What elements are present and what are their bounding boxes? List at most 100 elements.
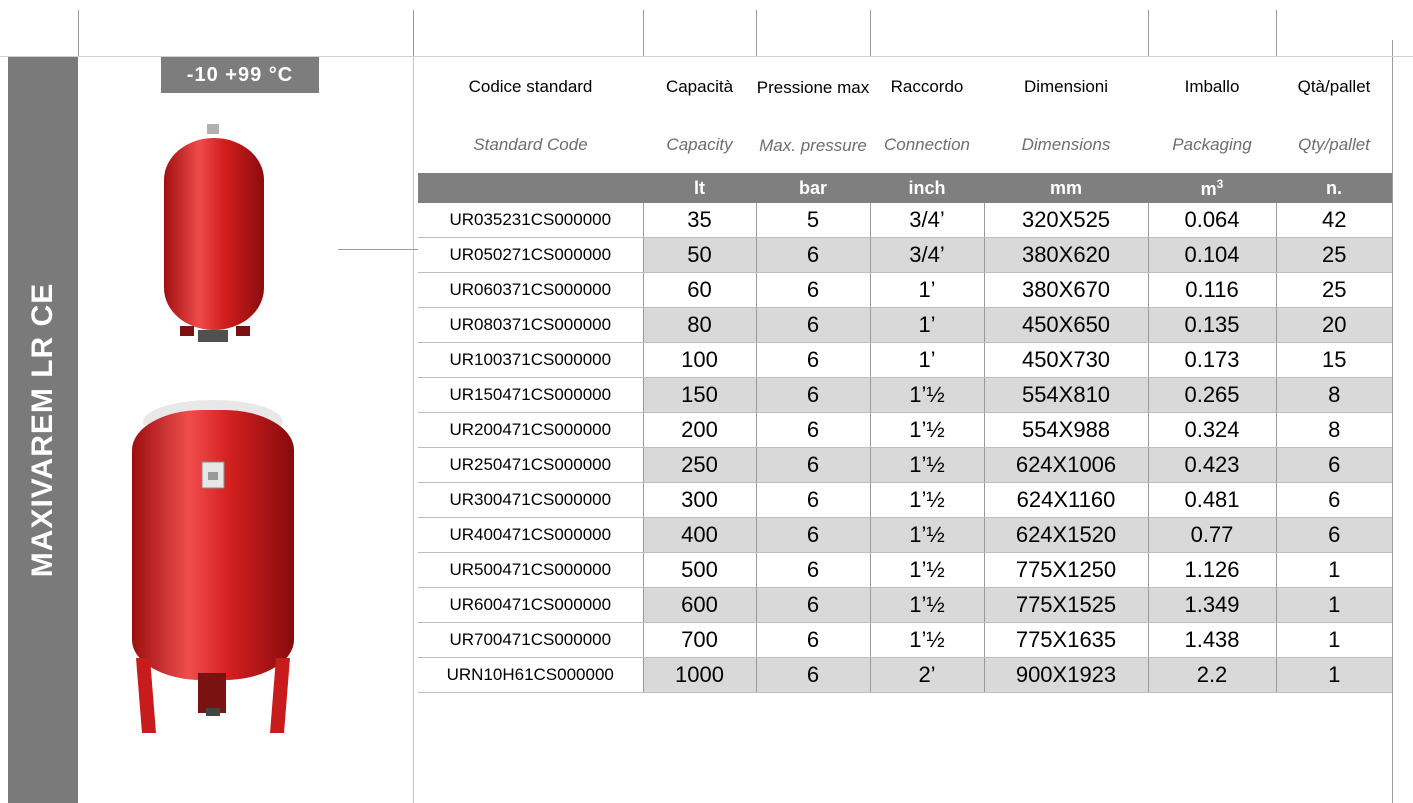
cell-packaging: 0.173	[1147, 342, 1276, 378]
cell-connection: 1’½	[869, 552, 984, 588]
cell-code: UR300471CS000000	[418, 482, 644, 518]
table-row: UR400471CS000000 400 6 1’½ 624X1520 0.77 6	[418, 517, 1392, 553]
unit-connection: inch	[870, 173, 984, 203]
cell-dimensions: 380X670	[983, 272, 1148, 308]
cell-dimensions: 380X620	[983, 237, 1148, 273]
grid-line	[338, 249, 418, 250]
header-qty: Qtà/pallet	[1297, 77, 1371, 96]
table-row: UR300471CS000000 300 6 1’½ 624X1160 0.481 6	[418, 482, 1392, 518]
cell-qty: 20	[1275, 307, 1392, 343]
cell-dimensions: 775X1635	[983, 622, 1148, 658]
cell-capacity: 600	[642, 587, 756, 623]
header-pressure: Pressione max	[756, 77, 870, 97]
cell-connection: 2’	[869, 657, 984, 693]
grid-line	[78, 10, 79, 57]
unit-capacity: lt	[643, 173, 756, 203]
spec-table: Codice standard Capacità Pressione max R…	[418, 57, 1392, 693]
grid-line	[643, 10, 644, 57]
header-packaging: Imballo	[1184, 77, 1240, 96]
cell-qty: 25	[1275, 237, 1392, 273]
cell-packaging: 0.423	[1147, 447, 1276, 483]
header-capacity-en: Capacity	[666, 135, 733, 154]
cell-qty: 1	[1275, 622, 1392, 658]
cell-code: UR150471CS000000	[418, 377, 644, 413]
cell-qty: 6	[1275, 517, 1392, 553]
grid-line	[1276, 10, 1277, 57]
cell-connection: 3/4’	[869, 203, 984, 238]
cell-connection: 1’½	[869, 412, 984, 448]
cell-packaging: 0.104	[1147, 237, 1276, 273]
product-series-title: MAXIVAREM LR CE	[26, 282, 59, 578]
cell-capacity: 500	[642, 552, 756, 588]
cell-capacity: 50	[642, 237, 756, 273]
cell-packaging: 1.126	[1147, 552, 1276, 588]
header-row-italian: Codice standard Capacità Pressione max R…	[418, 57, 1392, 117]
cell-pressure: 6	[755, 587, 870, 623]
cell-dimensions: 624X1520	[983, 517, 1148, 553]
cell-dimensions: 450X650	[983, 307, 1148, 343]
cell-pressure: 6	[755, 342, 870, 378]
cell-packaging: 1.438	[1147, 622, 1276, 658]
cell-code: UR500471CS000000	[418, 552, 644, 588]
cell-capacity: 80	[642, 307, 756, 343]
table-row: UR035231CS000000 35 5 3/4’ 320X525 0.064 42	[418, 203, 1392, 238]
cell-packaging: 0.116	[1147, 272, 1276, 308]
grid-line	[413, 10, 414, 57]
unit-dimensions: mm	[984, 173, 1148, 203]
unit-code	[418, 173, 643, 203]
cell-connection: 1’	[869, 342, 984, 378]
cell-qty: 8	[1275, 377, 1392, 413]
cell-dimensions: 624X1160	[983, 482, 1148, 518]
unit-qty: n.	[1276, 173, 1392, 203]
cell-packaging: 1.349	[1147, 587, 1276, 623]
cell-qty: 1	[1275, 587, 1392, 623]
cell-dimensions: 554X810	[983, 377, 1148, 413]
table-row: UR600471CS000000 600 6 1’½ 775X1525 1.349 1	[418, 587, 1392, 623]
temperature-range-badge: -10 +99 °C	[161, 57, 319, 93]
cell-connection: 1’½	[869, 482, 984, 518]
cell-code: UR700471CS000000	[418, 622, 644, 658]
cell-pressure: 6	[755, 377, 870, 413]
unit-packaging: m3	[1148, 173, 1276, 203]
cell-code: URN10H61CS000000	[418, 657, 644, 693]
grid-line	[870, 10, 871, 57]
grid-line	[1392, 40, 1393, 803]
cell-connection: 1’½	[869, 517, 984, 553]
cell-packaging: 0.135	[1147, 307, 1276, 343]
cell-capacity: 150	[642, 377, 756, 413]
grid-line	[756, 10, 757, 57]
header-packaging-en: Packaging	[1172, 135, 1252, 154]
cell-qty: 6	[1275, 447, 1392, 483]
cell-code: UR035231CS000000	[418, 203, 644, 238]
large-tank-image	[132, 400, 294, 733]
cell-packaging: 2.2	[1147, 657, 1276, 693]
grid-line	[1148, 10, 1149, 57]
cell-capacity: 200	[642, 412, 756, 448]
table-row: UR150471CS000000 150 6 1’½ 554X810 0.265 8	[418, 377, 1392, 413]
cell-capacity: 250	[642, 447, 756, 483]
table-row: UR700471CS000000 700 6 1’½ 775X1635 1.438 1	[418, 622, 1392, 658]
table-row: UR500471CS000000 500 6 1’½ 775X1250 1.126 1	[418, 552, 1392, 588]
table-row: UR200471CS000000 200 6 1’½ 554X988 0.324 8	[418, 412, 1392, 448]
cell-dimensions: 775X1525	[983, 587, 1148, 623]
cell-capacity: 100	[642, 342, 756, 378]
cell-pressure: 6	[755, 272, 870, 308]
unit-packaging-text: m3	[1200, 176, 1224, 199]
cell-capacity: 1000	[642, 657, 756, 693]
table-row: UR060371CS000000 60 6 1’ 380X670 0.116 25	[418, 272, 1392, 308]
header-dimensions-en: Dimensions	[1021, 135, 1111, 154]
cell-dimensions: 775X1250	[983, 552, 1148, 588]
cell-connection: 1’½	[869, 377, 984, 413]
cell-connection: 1’½	[869, 447, 984, 483]
cell-pressure: 6	[755, 447, 870, 483]
cell-packaging: 0.064	[1147, 203, 1276, 238]
cell-code: UR060371CS000000	[418, 272, 644, 308]
cell-code: UR250471CS000000	[418, 447, 644, 483]
unit-pressure: bar	[756, 173, 870, 203]
cell-capacity: 35	[642, 203, 756, 238]
cell-capacity: 400	[642, 517, 756, 553]
cell-pressure: 6	[755, 622, 870, 658]
cell-pressure: 6	[755, 482, 870, 518]
table-row: UR080371CS000000 80 6 1’ 450X650 0.135 20	[418, 307, 1392, 343]
cell-capacity: 700	[642, 622, 756, 658]
